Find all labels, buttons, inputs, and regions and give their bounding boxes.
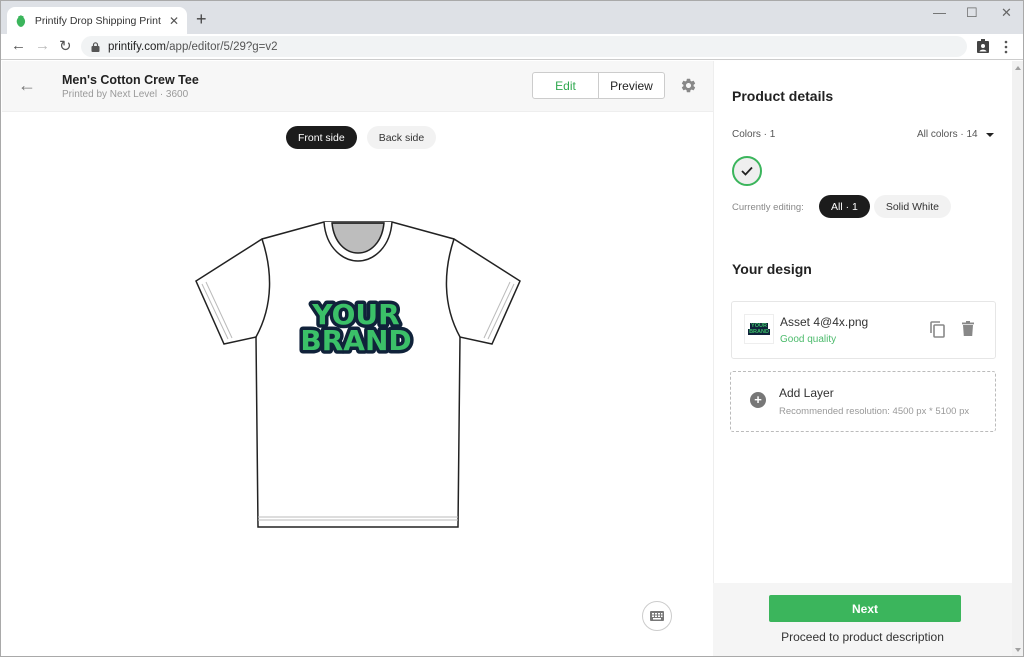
caret-down-icon [985, 132, 994, 137]
asset-quality: Good quality [780, 334, 837, 345]
window-close-icon[interactable]: ✕ [1001, 5, 1012, 21]
minimize-icon[interactable]: — [933, 5, 946, 20]
lock-icon [91, 41, 100, 52]
add-layer-title: Add Layer [779, 386, 834, 400]
keyboard-shortcuts-button[interactable] [642, 601, 672, 631]
profile-icon[interactable] [977, 39, 989, 53]
front-side-button[interactable]: Front side [286, 126, 357, 149]
product-subtitle: Printed by Next Level · 3600 [62, 89, 189, 100]
browser-window: Printify Drop Shipping Print on D ✕ + — … [0, 0, 1024, 657]
asset-thumbnail: YOUR BRAND [744, 314, 774, 344]
browser-tab[interactable]: Printify Drop Shipping Print on D ✕ [7, 7, 187, 34]
plus-circle-icon: + [750, 392, 766, 408]
tab-title: Printify Drop Shipping Print on D [34, 14, 163, 27]
next-button[interactable]: Next [769, 595, 961, 622]
editing-scope-toggle: All · 1 Solid White [819, 195, 951, 218]
color-swatch-solid-white[interactable] [732, 156, 762, 186]
scroll-up-arrow[interactable] [1015, 66, 1021, 70]
add-layer-button[interactable]: + Add Layer Recommended resolution: 4500… [730, 371, 996, 432]
preview-button[interactable]: Preview [599, 73, 664, 98]
arrow-left-icon[interactable]: ← [11, 37, 26, 54]
tab-strip: Printify Drop Shipping Print on D ✕ + — … [1, 1, 1023, 34]
proceed-caption: Proceed to product description [781, 630, 944, 644]
duplicate-icon[interactable] [930, 321, 945, 338]
panel-scrollbar[interactable] [1012, 61, 1023, 656]
thumb-line2: BRAND [748, 329, 770, 335]
back-arrow-icon[interactable]: ← [18, 75, 36, 96]
asset-name: Asset 4@4x.png [780, 315, 869, 329]
trash-icon[interactable] [962, 321, 974, 336]
mode-toggle: Edit Preview [532, 72, 665, 99]
product-title: Men's Cotton Crew Tee [62, 73, 199, 87]
printify-leaf-icon [16, 14, 26, 27]
editing-all-button[interactable]: All · 1 [819, 195, 870, 218]
your-design-heading: Your design [732, 261, 812, 277]
panel-footer: Next Proceed to product description [713, 583, 1012, 656]
checkmark-icon [741, 166, 753, 176]
browser-toolbar: ← → ↻ printify.com/app/editor/5/29?g=v2 [1, 34, 1023, 60]
keyboard-icon [650, 611, 664, 621]
product-panel: Product details Colors · 1 All colors · … [713, 61, 1013, 656]
editing-solid-white-button[interactable]: Solid White [873, 195, 951, 218]
side-toggle: Front side Back side [286, 126, 437, 149]
plus-icon[interactable]: + [196, 10, 207, 28]
tshirt-mockup: YOUR BRAND YOUR BRAND [195, 221, 521, 528]
design-print: YOUR BRAND YOUR BRAND [297, 295, 415, 361]
close-icon[interactable]: ✕ [169, 14, 179, 28]
arrow-right-icon[interactable]: → [35, 37, 50, 54]
gear-icon[interactable] [680, 77, 697, 94]
recommended-resolution: Recommended resolution: 4500 px * 5100 p… [779, 406, 970, 417]
colors-count-label: Colors · 1 [732, 129, 776, 140]
currently-editing-label: Currently editing: [732, 202, 804, 213]
all-colors-label: All colors · 14 [917, 129, 978, 140]
url-text: printify.com/app/editor/5/29?g=v2 [108, 41, 278, 53]
scroll-down-arrow[interactable] [1015, 648, 1021, 652]
edit-button[interactable]: Edit [533, 73, 599, 98]
address-bar[interactable]: printify.com/app/editor/5/29?g=v2 [81, 36, 967, 57]
tshirt-body [195, 221, 521, 528]
product-details-heading: Product details [732, 88, 834, 104]
url-domain: printify.com [108, 40, 166, 53]
kebab-menu-icon[interactable] [1004, 40, 1008, 54]
design-canvas[interactable]: Front side Back side YOUR BRAND YOUR BRA… [2, 112, 713, 656]
url-path: /app/editor/5/29?g=v2 [165, 40, 278, 53]
reload-icon[interactable]: ↻ [59, 37, 72, 55]
maximize-icon[interactable]: ☐ [966, 5, 978, 21]
design-layer-card[interactable]: YOUR BRAND Asset 4@4x.png Good quality [731, 301, 996, 359]
design-text-line2[interactable]: BRAND [300, 324, 411, 357]
back-side-button[interactable]: Back side [366, 126, 437, 149]
editor-header: ← Men's Cotton Crew Tee Printed by Next … [2, 61, 713, 112]
all-colors-dropdown[interactable]: All colors · 14 [917, 129, 994, 140]
